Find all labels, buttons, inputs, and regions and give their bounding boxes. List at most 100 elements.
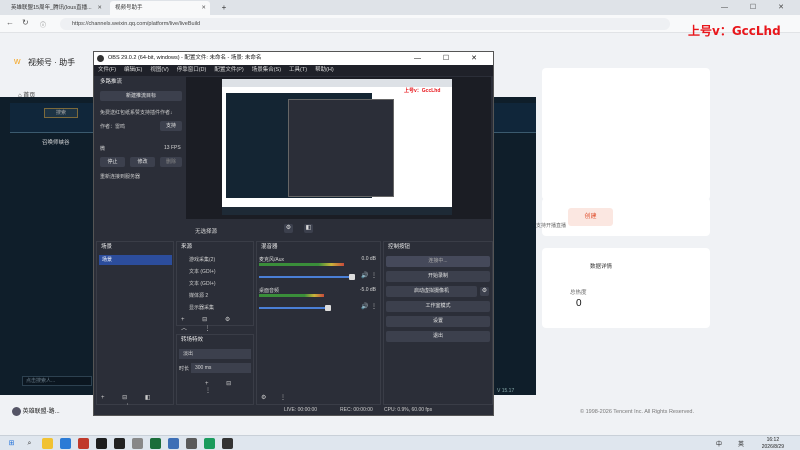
new-tab-button[interactable]: + <box>218 1 230 15</box>
source-item[interactable]: 文本 (GDI+) <box>177 279 249 289</box>
start-menu-icon[interactable]: ⊞ <box>6 438 17 449</box>
audio-meter <box>259 263 344 266</box>
brand-name: 视频号 · 助手 <box>28 58 76 67</box>
app-icon-3[interactable] <box>132 438 143 449</box>
duration-label: 时长 <box>179 366 190 372</box>
mixer-dock: 混音器 麦克风/Aux 0.0 dB 🔊 ⋮ 桌面音频 -5.0 dB 🔊 ⋮ … <box>256 241 381 405</box>
preview-canvas[interactable]: 上号v：GccLhd <box>222 79 452 215</box>
browser-tab-2[interactable]: 视频号助手 ✕ <box>110 1 210 15</box>
app-icon-1[interactable] <box>60 438 71 449</box>
source-item[interactable]: 媒体源 2 <box>177 291 249 301</box>
transitions-title: 转场特效 <box>181 337 204 343</box>
scenes-title: 场景 <box>101 244 113 250</box>
studio-mode-button[interactable]: 工作室模式 <box>386 301 490 312</box>
multistream-dock: 多路推流 新建推流目标 免费送红包纸系赞支持插件作者↓ 作者：雷鸣 支持 微 1… <box>96 77 184 233</box>
menu-help[interactable]: 帮助(H) <box>311 65 338 76</box>
volume-slider[interactable] <box>259 276 351 278</box>
new-stream-target-button[interactable]: 新建推流目标 <box>100 91 182 101</box>
system-clock[interactable]: 16:12 2026/8/29 <box>762 437 784 450</box>
transitions-dock: 转场特效 淡出 时长 300 ms + ⊟ ⋮ <box>176 334 254 405</box>
close-tab-icon[interactable]: ✕ <box>201 1 206 15</box>
rec-time: REC: 00:00:00 <box>340 407 373 413</box>
preview-obs-nested <box>288 99 394 197</box>
support-button[interactable]: 支持 <box>160 121 182 131</box>
source-filters-icon[interactable]: ◧ <box>304 224 313 233</box>
hotness-value: 0 <box>576 298 582 309</box>
refresh-icon[interactable]: ↻ <box>22 18 29 27</box>
source-item[interactable]: 游戏采集(2) <box>177 255 249 265</box>
menu-file[interactable]: 文件(F) <box>94 65 120 76</box>
create-button[interactable]: 创建 <box>568 208 613 226</box>
virtual-camera-button[interactable]: 启动虚拟摄像机 <box>386 286 477 297</box>
source-item[interactable]: 显示器采集 <box>177 303 249 313</box>
source-properties-icon[interactable]: ⚙ <box>284 224 293 233</box>
scene-item[interactable]: 场景 <box>99 255 172 265</box>
bottom-game-item[interactable]: 英雄联盟-路... <box>12 406 60 416</box>
mixer-menu-icon[interactable]: ⋮ <box>371 272 377 279</box>
url-field[interactable]: https://channels.weixin.qq.com/platform/… <box>60 18 670 30</box>
duration-input[interactable]: 300 ms <box>191 363 251 373</box>
speaker-icon[interactable]: 🔊 <box>361 303 368 310</box>
game-chat-input[interactable]: 点击搜索人... <box>22 376 92 386</box>
preview-overlay-text: 上号v：GccLhd <box>404 88 441 94</box>
volume-knob[interactable] <box>325 305 331 311</box>
mixer-menu-icon[interactable]: ⋮ <box>371 303 377 310</box>
app-icon-4[interactable] <box>150 438 161 449</box>
clock-date: 2026/8/29 <box>761 443 784 450</box>
file-explorer-icon[interactable] <box>42 438 53 449</box>
data-card <box>542 248 710 328</box>
controls-dock: 控制按钮 连接中... 开始录制 启动虚拟摄像机 ⚙ 工作室模式 设置 退出 <box>383 241 493 405</box>
app-icon-7[interactable] <box>222 438 233 449</box>
language-indicator[interactable]: 英 <box>738 439 744 448</box>
start-recording-button[interactable]: 开始录制 <box>386 271 490 282</box>
app-icon-6[interactable] <box>186 438 197 449</box>
window-controls[interactable]: — ☐ ✕ <box>721 3 794 11</box>
edit-stream-button[interactable]: 修改 <box>130 157 155 167</box>
obs-title: OBS 29.0.2 (64-bit, windows) - 配置文件: 未命名… <box>108 55 262 61</box>
game-search-input[interactable]: 搜索 <box>44 108 78 118</box>
menu-tools[interactable]: 工具(T) <box>285 65 311 76</box>
source-item[interactable]: 文本 (GDI+) <box>177 267 249 277</box>
obs-taskbar-icon[interactable] <box>114 438 125 449</box>
close-tab-icon[interactable]: ✕ <box>97 1 102 15</box>
preview-taskbar <box>222 207 452 215</box>
volume-slider[interactable] <box>259 307 327 309</box>
free-plugin-text: 免费送红包纸系赞支持插件作者↓ <box>100 110 173 116</box>
mixer-channel-name: 桌面音频 <box>259 288 280 294</box>
ime-indicator[interactable]: 中 <box>716 439 722 448</box>
back-icon[interactable]: ← <box>6 18 14 27</box>
menu-edit[interactable]: 编辑(E) <box>120 65 146 76</box>
menu-docks[interactable]: 停靠窗口(D) <box>173 65 211 76</box>
stop-stream-button[interactable]: 停止 <box>100 157 125 167</box>
edge-browser-icon[interactable] <box>204 438 215 449</box>
transitions-toolbar[interactable]: + ⊟ ⋮ <box>205 380 253 394</box>
search-icon[interactable]: ⌕ <box>24 438 35 449</box>
game-app-icon[interactable] <box>96 438 107 449</box>
mixer-channel-db: -5.0 dB <box>359 287 376 293</box>
stream-fps: 13 FPS <box>164 145 181 151</box>
mixer-channel-name: 麦克风/Aux <box>259 257 285 263</box>
app-icon-5[interactable] <box>168 438 179 449</box>
transition-select[interactable]: 淡出 <box>179 349 251 359</box>
browser-tab-1[interactable]: 英雄联盟15周年_腾讯(lous直播... ✕ <box>6 1 106 15</box>
site-info-icon[interactable]: ⓘ <box>40 20 46 29</box>
menu-view[interactable]: 视图(V) <box>146 65 172 76</box>
create-hint: 支持开播直播 <box>536 223 567 229</box>
delete-stream-button[interactable]: 删除 <box>160 157 182 167</box>
mixer-toolbar[interactable]: ⚙ ⋮ <box>261 394 292 401</box>
sources-toolbar[interactable]: + ⊟ ⚙ ︿ ⋮ <box>181 316 253 332</box>
exit-button[interactable]: 退出 <box>386 331 490 342</box>
obs-title-bar: OBS 29.0.2 (64-bit, windows) - 配置文件: 未命名… <box>94 52 493 65</box>
settings-button[interactable]: 设置 <box>386 316 490 327</box>
obs-logo-icon <box>97 55 104 62</box>
speaker-icon[interactable]: 🔊 <box>361 272 368 279</box>
start-streaming-button[interactable]: 连接中... <box>386 256 490 267</box>
data-detail-link[interactable]: 数据详情 <box>590 262 612 270</box>
obs-window-controls[interactable]: — ☐ ✕ <box>414 52 487 65</box>
app-icon-2[interactable] <box>78 438 89 449</box>
virtual-camera-settings-icon[interactable]: ⚙ <box>480 287 489 296</box>
menu-profile[interactable]: 配置文件(P) <box>210 65 247 76</box>
address-bar-row: ← ↻ ⓘ https://channels.weixin.qq.com/pla… <box>0 15 800 33</box>
volume-knob[interactable] <box>349 274 355 280</box>
menu-scene-collection[interactable]: 场景集合(S) <box>248 65 285 76</box>
